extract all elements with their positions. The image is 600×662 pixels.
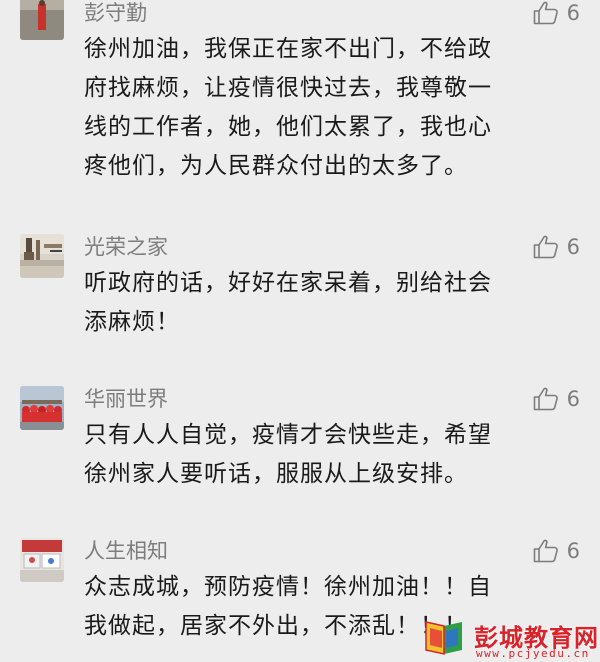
avatar[interactable] xyxy=(20,0,64,40)
comment-author[interactable]: 彭守勤 xyxy=(84,0,147,26)
comment-text-line: 众志成城，预防疫情！徐州加油！！自 xyxy=(84,574,492,600)
like-count: 6 xyxy=(566,1,580,25)
like-button[interactable]: 6 xyxy=(533,234,580,260)
comment-text: 听政府的话，好好在家呆着，别给社会 添麻烦！ xyxy=(84,264,584,342)
comment-text-line: 徐州加油，我保正在家不出门，不给政 xyxy=(84,36,492,62)
comment-text-line: 徐州家人要听话，服服从上级安排。 xyxy=(84,461,468,487)
comment-text-line: 听政府的话，好好在家呆着，别给社会 xyxy=(84,270,492,296)
comments-page: 彭守勤 6 徐州加油，我保正在家不出门，不给政 府找麻烦，让疫情很快过去，我尊敬… xyxy=(0,0,600,662)
like-button[interactable]: 6 xyxy=(533,0,580,26)
like-count: 6 xyxy=(566,387,580,411)
like-count: 6 xyxy=(566,235,580,259)
like-count: 6 xyxy=(566,539,580,563)
comment-text: 只有人人自觉，疫情才会快些走，希望 徐州家人要听话，服服从上级安排。 xyxy=(84,416,584,494)
thumbs-up-icon xyxy=(533,387,558,411)
like-button[interactable]: 6 xyxy=(533,538,580,564)
avatar[interactable] xyxy=(20,234,64,278)
thumbs-up-icon xyxy=(533,539,558,563)
book-logo-icon xyxy=(425,621,462,655)
comment-text-line: 只有人人自觉，疫情才会快些走，希望 xyxy=(84,422,492,448)
comment-author[interactable]: 华丽世界 xyxy=(84,386,168,412)
like-button[interactable]: 6 xyxy=(533,386,580,412)
comment-text-line: 添麻烦！ xyxy=(84,309,180,335)
watermark-url: www.pcjyedu.cn xyxy=(476,647,590,660)
comment-text-line: 府找麻烦，让疫情很快过去，我尊敬一 xyxy=(84,75,492,101)
site-watermark: 彭城教育网 www.pcjyedu.cn xyxy=(420,614,600,662)
thumbs-up-icon xyxy=(533,1,558,25)
comment-author[interactable]: 人生相知 xyxy=(84,538,168,564)
avatar[interactable] xyxy=(20,386,64,430)
comment-text-line: 疼他们，为人民群众付出的太多了。 xyxy=(84,153,468,179)
comment-author[interactable]: 光荣之家 xyxy=(84,234,168,260)
avatar[interactable] xyxy=(20,538,64,582)
comment-text-line: 线的工作者，她，他们太累了，我也心 xyxy=(84,114,492,140)
thumbs-up-icon xyxy=(533,235,558,259)
comment-text: 徐州加油，我保正在家不出门，不给政 府找麻烦，让疫情很快过去，我尊敬一 线的工作… xyxy=(84,30,584,186)
